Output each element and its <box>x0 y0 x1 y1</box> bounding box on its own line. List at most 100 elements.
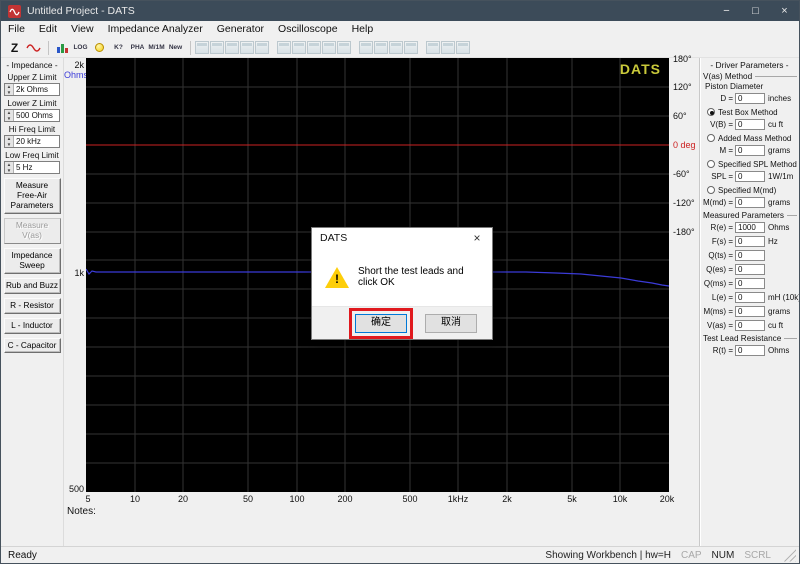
field-fs-input[interactable]: 0 <box>735 236 765 247</box>
resize-grip[interactable] <box>783 549 796 562</box>
spinner-arrows-icon[interactable]: ▲▼ <box>5 110 14 121</box>
hi-freq-limit-field[interactable]: ▲▼ 20 kHz <box>4 135 60 148</box>
dats-message-dialog: DATS × ! Short the test leads and click … <box>311 227 493 340</box>
vas-method-header: V(as) Method <box>700 72 799 81</box>
title-bar: Untitled Project - DATS − □ × <box>1 1 799 21</box>
radio-specified-mmd[interactable]: Specified M(md) <box>700 184 799 196</box>
freq-tick-10: 10 <box>130 494 140 504</box>
field-d-input[interactable]: 0 <box>735 93 765 104</box>
impedance-section-title: - Impedance - <box>3 60 61 70</box>
radio-test-box-method[interactable]: Test Box Method <box>700 106 799 118</box>
dats-logo: DATS <box>620 61 661 77</box>
bar-graph-icon[interactable] <box>53 39 70 56</box>
capacitor-button[interactable]: C - Capacitor <box>4 338 61 354</box>
rub-and-buzz-button[interactable]: Rub and Buzz <box>4 278 61 294</box>
field-mms-input[interactable]: 0 <box>735 306 765 317</box>
field-qms-input[interactable]: 0 <box>735 278 765 289</box>
field-vas-input[interactable]: 0 <box>735 320 765 331</box>
menu-view[interactable]: View <box>64 21 101 38</box>
measured-parameters-header: Measured Parameters <box>700 211 799 220</box>
radio-label: Specified M(md) <box>718 186 776 195</box>
low-freq-limit-field[interactable]: ▲▼ 5 Hz <box>4 161 60 174</box>
field-qts-input[interactable]: 0 <box>735 250 765 261</box>
hi-freq-limit-value[interactable]: 20 kHz <box>14 136 59 147</box>
measure-free-air-button[interactable]: Measure Free-Air Parameters <box>4 178 61 214</box>
spinner-arrows-icon[interactable]: ▲▼ <box>5 84 14 95</box>
field-vb: V(B) = 0 cu ft <box>700 118 799 131</box>
low-freq-limit-value[interactable]: 5 Hz <box>14 162 59 173</box>
field-qms: Q(ms) = 0 <box>700 277 799 290</box>
lower-z-limit-field[interactable]: ▲▼ 500 Ohms <box>4 109 60 122</box>
field-le-input[interactable]: 0 <box>735 292 765 303</box>
lower-z-limit-value[interactable]: 500 Ohms <box>14 110 59 121</box>
toolbar-tile-icon <box>195 41 209 54</box>
impedance-settings-panel: - Impedance - Upper Z Limit ▲▼ 2k Ohms L… <box>1 58 64 546</box>
field-vas: V(as) = 0 cu ft <box>700 319 799 332</box>
toolbar-tile-icon <box>322 41 336 54</box>
freq-tick-10k: 10k <box>613 494 628 504</box>
radio-label: Test Box Method <box>718 108 778 117</box>
radio-added-mass-method[interactable]: Added Mass Method <box>700 132 799 144</box>
impedance-z-icon[interactable]: Z <box>6 39 23 56</box>
menu-oscilloscope[interactable]: Oscilloscope <box>271 21 345 38</box>
field-label: M = <box>702 146 733 155</box>
phase-icon[interactable]: PHA <box>129 39 146 56</box>
radio-icon[interactable] <box>707 160 715 168</box>
resistor-button[interactable]: R - Resistor <box>4 298 61 314</box>
menu-file[interactable]: File <box>1 21 32 38</box>
caps-lock-indicator: CAP <box>681 550 702 561</box>
dialog-close-button[interactable]: × <box>462 228 492 248</box>
radio-icon[interactable] <box>707 108 715 116</box>
log-scale-icon[interactable]: LOG <box>72 39 89 56</box>
field-mmd-input[interactable]: 0 <box>735 197 765 208</box>
new-icon[interactable]: New <box>167 39 184 56</box>
ok-button[interactable]: 确定 <box>355 314 407 333</box>
field-unit: cu ft <box>768 120 783 129</box>
field-label: M(md) = <box>702 198 733 207</box>
field-qes: Q(es) = 0 <box>700 263 799 276</box>
menu-generator[interactable]: Generator <box>210 21 271 38</box>
dialog-footer: 确定 取消 <box>312 306 492 339</box>
menu-edit[interactable]: Edit <box>32 21 64 38</box>
minimize-button[interactable]: − <box>712 1 741 21</box>
phase-tick-60: 60° <box>673 111 687 121</box>
close-button[interactable]: × <box>770 1 799 21</box>
radio-icon[interactable] <box>707 186 715 194</box>
menu-help[interactable]: Help <box>345 21 381 38</box>
field-label: Q(ts) = <box>702 251 733 260</box>
help-k-icon[interactable]: K? <box>110 39 127 56</box>
spinner-arrows-icon[interactable]: ▲▼ <box>5 162 14 173</box>
maximize-button[interactable]: □ <box>741 1 770 21</box>
field-label: R(e) = <box>702 223 733 232</box>
field-vb-input[interactable]: 0 <box>735 119 765 130</box>
status-ready: Ready <box>1 550 545 561</box>
hint-bulb-icon[interactable] <box>91 39 108 56</box>
upper-z-limit-field[interactable]: ▲▼ 2k Ohms <box>4 83 60 96</box>
toolbar-tile-icon <box>255 41 269 54</box>
field-qts: Q(ts) = 0 <box>700 249 799 262</box>
toolbar-tile-icon <box>426 41 440 54</box>
radio-specified-spl-method[interactable]: Specified SPL Method <box>700 158 799 170</box>
menu-impedance-analyzer[interactable]: Impedance Analyzer <box>101 21 210 38</box>
field-spl-input[interactable]: 0 <box>735 171 765 182</box>
field-rt-input[interactable]: 0 <box>735 345 765 356</box>
toolbar-tile-icon <box>225 41 239 54</box>
phase-tick-neg180: -180° <box>673 227 695 237</box>
toolbar-tile-icon <box>292 41 306 54</box>
field-unit: Ohms <box>768 346 789 355</box>
phase-tick-neg60: -60° <box>673 169 690 179</box>
inductor-button[interactable]: L - Inductor <box>4 318 61 334</box>
test-lead-resistance-header: Test Lead Resistance <box>700 334 799 343</box>
toolbar-tile-icon <box>307 41 321 54</box>
spinner-arrows-icon[interactable]: ▲▼ <box>5 136 14 147</box>
cancel-button[interactable]: 取消 <box>425 314 477 333</box>
field-re-input[interactable]: 1000 <box>735 222 765 233</box>
sine-wave-icon[interactable] <box>25 39 42 56</box>
m1m-icon[interactable]: M/1M <box>148 39 165 56</box>
field-m-input[interactable]: 0 <box>735 145 765 156</box>
impedance-sweep-button[interactable]: Impedance Sweep <box>4 248 61 274</box>
radio-label: Added Mass Method <box>718 134 791 143</box>
radio-icon[interactable] <box>707 134 715 142</box>
upper-z-limit-value[interactable]: 2k Ohms <box>14 84 59 95</box>
field-qes-input[interactable]: 0 <box>735 264 765 275</box>
